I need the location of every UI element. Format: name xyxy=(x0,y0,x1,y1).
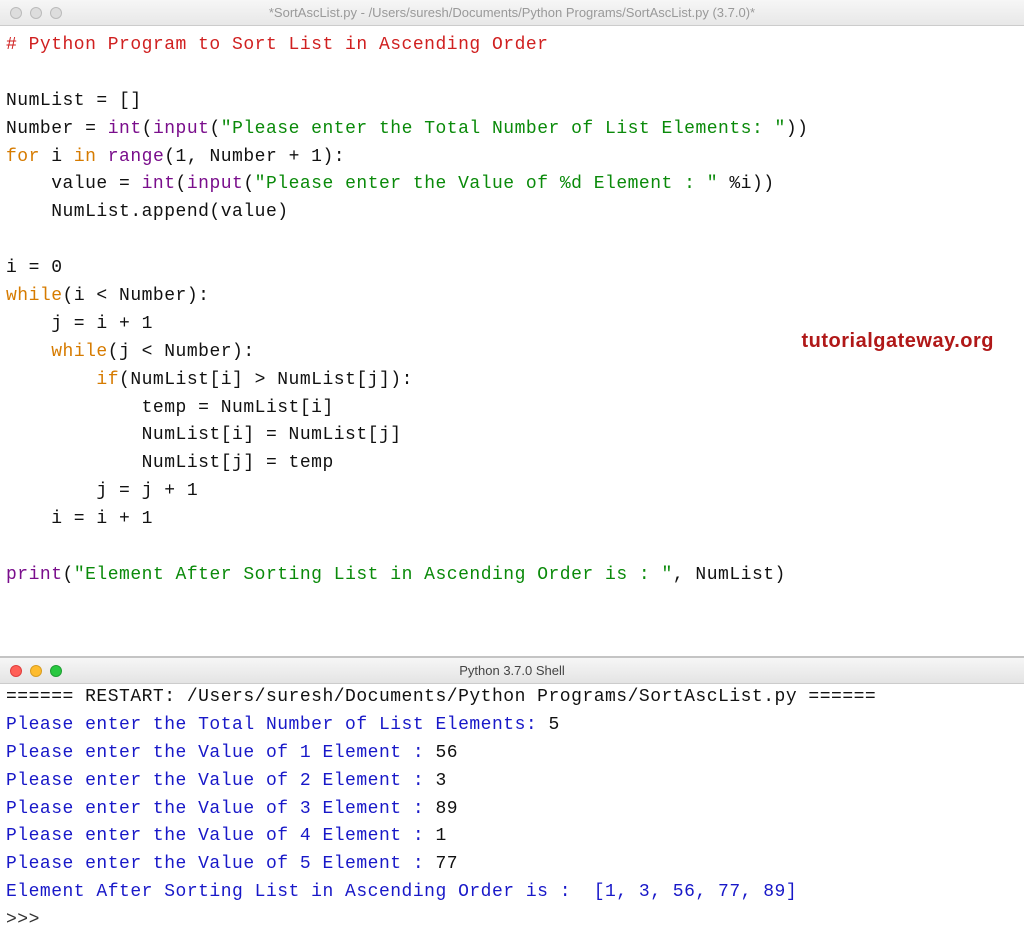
code-string: "Please enter the Value of %d Element : … xyxy=(255,174,718,194)
shell-user-input: 89 xyxy=(435,799,458,819)
code-token: (j < Number): xyxy=(108,342,255,362)
shell-output[interactable]: ====== RESTART: /Users/suresh/Documents/… xyxy=(0,684,1024,941)
code-keyword: if xyxy=(96,370,119,390)
shell-window-controls xyxy=(10,665,62,677)
shell-window: Python 3.7.0 Shell ====== RESTART: /User… xyxy=(0,656,1024,941)
editor-window-controls xyxy=(10,7,62,19)
editor-title-bar: *SortAscList.py - /Users/suresh/Document… xyxy=(0,0,1024,26)
code-token xyxy=(6,342,51,362)
code-comment: # Python Program to Sort List in Ascendi… xyxy=(6,35,548,55)
code-line: NumList[j] = temp xyxy=(6,453,334,473)
code-token: )) xyxy=(786,119,809,139)
close-light-icon[interactable] xyxy=(10,7,22,19)
code-string: "Please enter the Total Number of List E… xyxy=(221,119,786,139)
code-token: (i < Number): xyxy=(63,286,210,306)
shell-user-input: 5 xyxy=(548,715,559,735)
code-line: NumList = [] xyxy=(6,91,142,111)
code-line: NumList[i] = NumList[j] xyxy=(6,425,402,445)
code-token: ( xyxy=(142,119,153,139)
code-token: ( xyxy=(176,174,187,194)
minimize-light-icon[interactable] xyxy=(30,665,42,677)
code-token xyxy=(96,147,107,167)
shell-prompt-text: Please enter the Value of 4 Element : xyxy=(6,826,435,846)
shell-user-input: 3 xyxy=(435,771,446,791)
code-keyword: in xyxy=(74,147,97,167)
watermark-text: tutorialgateway.org xyxy=(802,326,995,357)
code-keyword: for xyxy=(6,147,40,167)
zoom-light-icon[interactable] xyxy=(50,665,62,677)
shell-user-input: 1 xyxy=(435,826,446,846)
code-token: (NumList[i] > NumList[j]): xyxy=(119,370,413,390)
shell-user-input: 56 xyxy=(435,743,458,763)
shell-prompt-text: Please enter the Value of 5 Element : xyxy=(6,854,435,874)
close-light-icon[interactable] xyxy=(10,665,22,677)
code-line: i = 0 xyxy=(6,258,63,278)
code-token: int xyxy=(142,174,176,194)
shell-prompt-text: Please enter the Value of 3 Element : xyxy=(6,799,435,819)
code-token: ( xyxy=(63,565,74,585)
code-line: value = xyxy=(6,174,142,194)
code-token: input xyxy=(153,119,210,139)
code-line: j = i + 1 xyxy=(6,314,153,334)
code-line: temp = NumList[i] xyxy=(6,398,334,418)
code-token: input xyxy=(187,174,244,194)
code-token: print xyxy=(6,565,63,585)
code-line: Number = xyxy=(6,119,108,139)
code-line: j = j + 1 xyxy=(6,481,198,501)
code-token xyxy=(6,370,96,390)
shell-prompt-text: Please enter the Value of 2 Element : xyxy=(6,771,435,791)
code-token: , NumList) xyxy=(673,565,786,585)
shell-title-bar: Python 3.7.0 Shell xyxy=(0,658,1024,684)
code-token: ( xyxy=(243,174,254,194)
shell-result: Element After Sorting List in Ascending … xyxy=(6,882,797,902)
restart-line: ====== RESTART: /Users/suresh/Documents/… xyxy=(6,687,876,707)
minimize-light-icon[interactable] xyxy=(30,7,42,19)
code-keyword: while xyxy=(51,342,108,362)
code-keyword: while xyxy=(6,286,63,306)
zoom-light-icon[interactable] xyxy=(50,7,62,19)
code-token: ( xyxy=(209,119,220,139)
code-line: i = i + 1 xyxy=(6,509,153,529)
code-line: NumList.append(value) xyxy=(6,202,289,222)
shell-prompt-text: Please enter the Total Number of List El… xyxy=(6,715,548,735)
code-string: "Element After Sorting List in Ascending… xyxy=(74,565,673,585)
shell-prompt-symbol: >>> xyxy=(6,910,51,930)
shell-title: Python 3.7.0 Shell xyxy=(0,663,1024,678)
shell-prompt-text: Please enter the Value of 1 Element : xyxy=(6,743,435,763)
code-editor[interactable]: # Python Program to Sort List in Ascendi… xyxy=(0,26,1024,656)
code-token: int xyxy=(108,119,142,139)
code-token: i xyxy=(40,147,74,167)
code-token: %i)) xyxy=(718,174,775,194)
code-token: range xyxy=(108,147,165,167)
code-token: (1, Number + 1): xyxy=(164,147,345,167)
shell-user-input: 77 xyxy=(435,854,458,874)
editor-title: *SortAscList.py - /Users/suresh/Document… xyxy=(0,5,1024,20)
